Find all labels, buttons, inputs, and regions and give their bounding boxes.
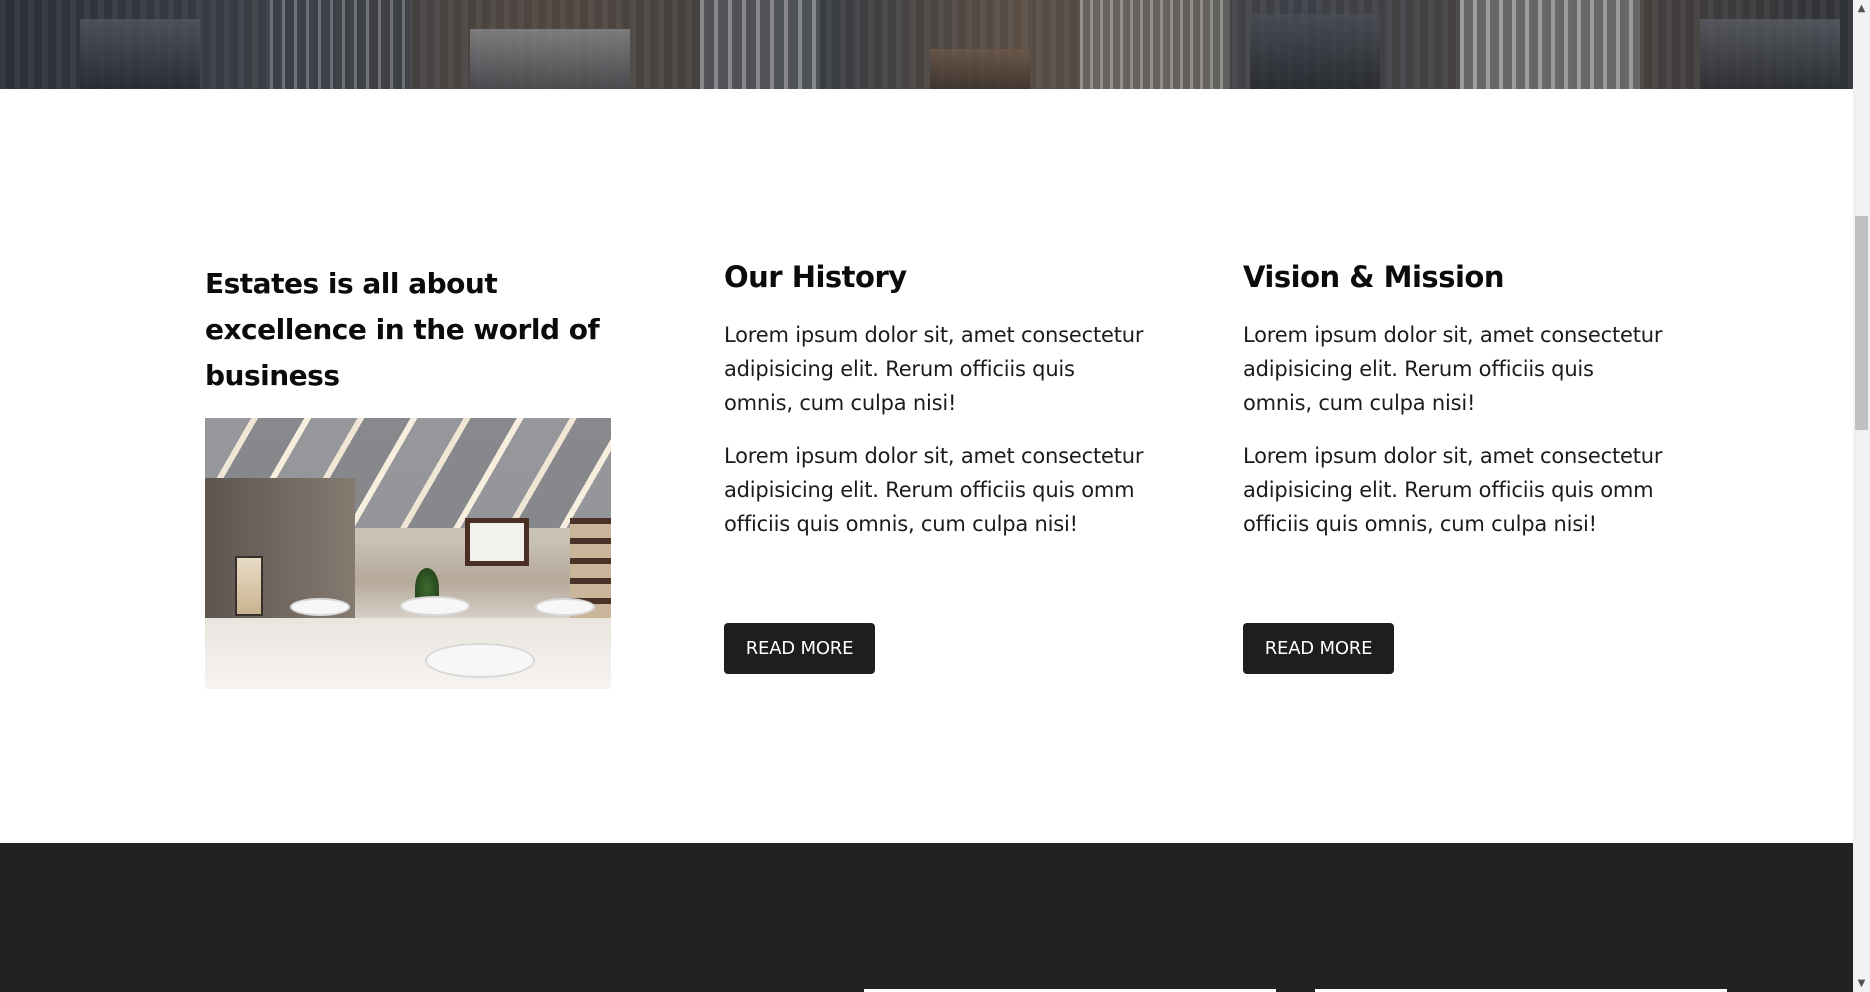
building-shape	[80, 19, 200, 89]
building-shape	[470, 29, 630, 89]
scroll-up-arrow-icon[interactable]: ▲	[1853, 0, 1870, 17]
vision-title: Vision & Mission	[1243, 260, 1504, 294]
history-paragraph-1: Lorem ipsum dolor sit, amet consectetur …	[724, 323, 1144, 415]
round-table	[400, 596, 470, 616]
history-paragraph-2: Lorem ipsum dolor sit, amet consectetur …	[724, 444, 1144, 536]
about-lead-title: Estates is all about excellence in the w…	[205, 267, 600, 392]
doorway	[235, 556, 263, 616]
building-shape	[270, 0, 410, 89]
vision-read-more-button[interactable]: READ MORE	[1243, 623, 1394, 674]
page: Estates is all about excellence in the w…	[0, 0, 1853, 992]
conference-room-image	[205, 418, 611, 689]
round-table	[425, 643, 535, 678]
building-shape	[1460, 0, 1640, 89]
scrollbar-thumb[interactable]	[1855, 216, 1868, 430]
building-shape	[930, 49, 1030, 89]
round-table	[535, 598, 595, 616]
round-table	[290, 598, 350, 616]
vision-paragraph-1: Lorem ipsum dolor sit, amet consectetur …	[1243, 323, 1663, 415]
history-title: Our History	[724, 260, 907, 294]
building-shape	[1700, 19, 1840, 89]
vertical-scrollbar[interactable]: ▲ ▼	[1853, 0, 1870, 992]
building-shape	[1080, 0, 1230, 89]
vision-paragraph-2: Lorem ipsum dolor sit, amet consectetur …	[1243, 444, 1663, 536]
floor	[205, 618, 611, 689]
footer	[0, 843, 1853, 992]
scroll-down-arrow-icon[interactable]: ▼	[1853, 975, 1870, 992]
building-shape	[1250, 14, 1380, 89]
about-section: Estates is all about excellence in the w…	[0, 89, 1853, 843]
history-read-more-button[interactable]: READ MORE	[724, 623, 875, 674]
hero-city-image	[0, 0, 1853, 89]
projection-screen	[465, 518, 529, 566]
building-shape	[700, 0, 820, 89]
